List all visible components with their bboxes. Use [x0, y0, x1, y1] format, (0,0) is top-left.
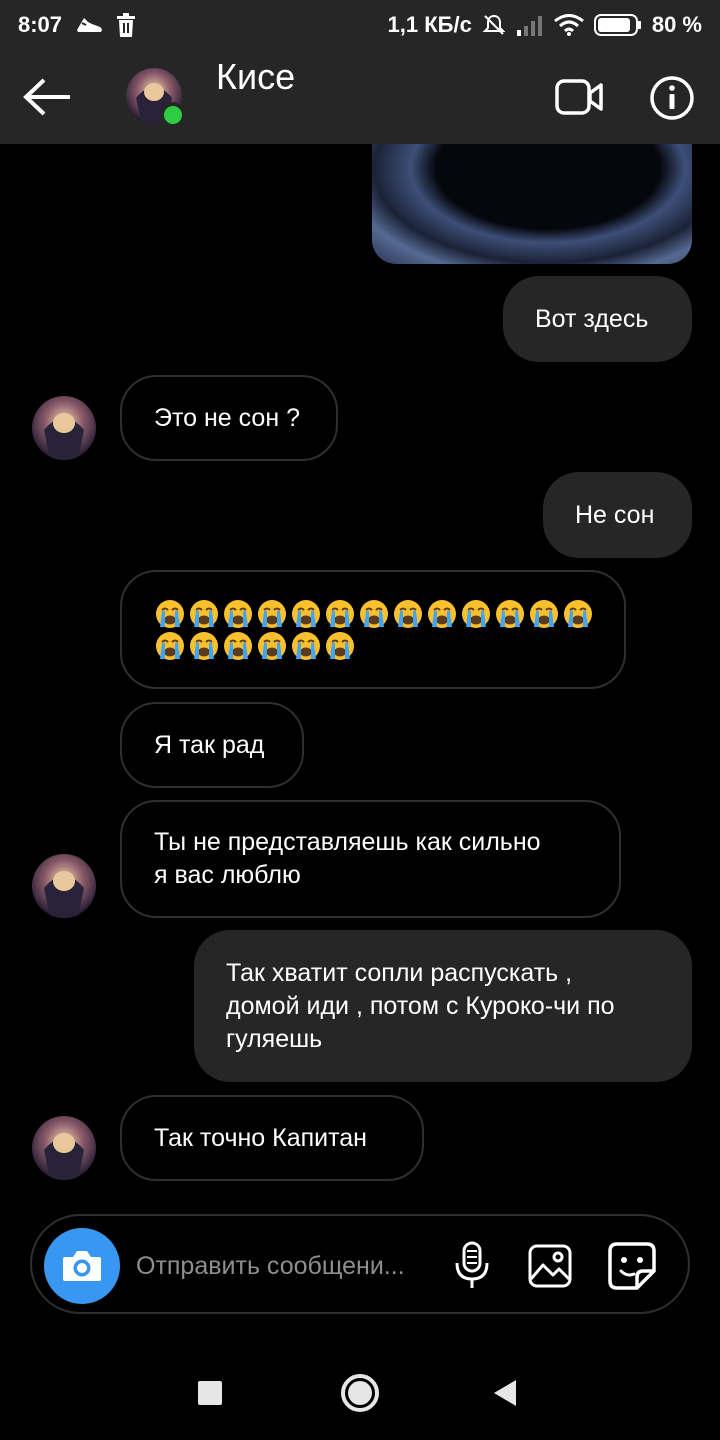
- avatar[interactable]: [32, 396, 96, 460]
- status-time: 8:07: [18, 12, 63, 37]
- back-arrow-icon: [23, 78, 70, 116]
- crying-face-emoji-icon: [256, 630, 288, 662]
- shoe-icon: [74, 14, 104, 36]
- emoji-container: [154, 598, 592, 662]
- camera-button[interactable]: [44, 1228, 120, 1304]
- message-input[interactable]: [136, 1240, 436, 1292]
- back-icon[interactable]: [494, 1380, 516, 1406]
- mute-icon: [482, 13, 506, 37]
- crying-face-emoji-icon: [494, 598, 526, 630]
- message-text-line: гуляешь: [226, 1024, 323, 1053]
- home-icon[interactable]: [341, 1374, 379, 1412]
- network-speed: 1,1 КБ/с: [387, 12, 472, 37]
- trash-icon: [116, 13, 136, 37]
- crying-face-emoji-icon: [256, 598, 288, 630]
- crying-face-emoji-icon: [528, 598, 560, 630]
- crying-face-emoji-icon: [358, 598, 390, 630]
- crying-face-emoji-icon: [222, 630, 254, 662]
- sent-image-message[interactable]: [372, 144, 692, 264]
- message-bubble-sent[interactable]: Не сон: [543, 472, 692, 558]
- emoji-row: [154, 630, 592, 662]
- message-bubble-sent[interactable]: Так хватит сопли распускать , домой иди …: [194, 930, 692, 1082]
- status-bar: 8:07 1,1 КБ/с 80 %: [0, 0, 720, 50]
- message-text: Это не сон ?: [154, 403, 300, 432]
- message-bubble-received[interactable]: Ты не представляешь как сильно я вас люб…: [120, 800, 621, 918]
- crying-face-emoji-icon: [426, 598, 458, 630]
- crying-face-emoji-icon: [460, 598, 492, 630]
- wifi-icon: [553, 14, 584, 36]
- video-call-button[interactable]: [552, 74, 606, 120]
- crying-face-emoji-icon: [562, 598, 594, 630]
- camera-icon: [63, 1251, 101, 1281]
- sticker-icon: [608, 1242, 656, 1290]
- avatar[interactable]: [32, 854, 96, 918]
- message-text-line: домой иди , потом с Курокo-чи по: [226, 991, 615, 1020]
- chat-header: Кисе: [0, 50, 720, 144]
- emoji-row: [154, 598, 592, 630]
- message-text: Не сон: [575, 500, 655, 529]
- message-text-line: я вас люблю: [154, 861, 301, 889]
- crying-face-emoji-icon: [222, 598, 254, 630]
- sticker-button[interactable]: [606, 1240, 658, 1292]
- crying-face-emoji-icon: [290, 630, 322, 662]
- message-bubble-sent[interactable]: Вот здесь: [503, 276, 692, 362]
- crying-face-emoji-icon: [154, 598, 186, 630]
- battery-icon: [593, 13, 642, 37]
- video-call-icon: [555, 79, 603, 115]
- back-button[interactable]: [20, 72, 76, 122]
- crying-face-emoji-icon: [324, 598, 356, 630]
- gallery-button[interactable]: [526, 1242, 574, 1290]
- contact-name[interactable]: Кисе: [216, 56, 295, 98]
- avatar[interactable]: [32, 1116, 96, 1180]
- recent-apps-icon[interactable]: [198, 1381, 222, 1405]
- emoji-message-bubble[interactable]: [120, 570, 626, 689]
- info-button[interactable]: [648, 74, 696, 122]
- info-icon: [650, 76, 694, 120]
- message-composer: [30, 1214, 690, 1314]
- online-status-dot: [160, 102, 186, 128]
- home-icon-inner: [348, 1381, 372, 1405]
- crying-face-emoji-icon: [324, 630, 356, 662]
- message-text: Вот здесь: [535, 304, 649, 333]
- message-bubble-received[interactable]: Так точно Капитан: [120, 1095, 424, 1181]
- crying-face-emoji-icon: [188, 598, 220, 630]
- signal-icon: [516, 14, 544, 36]
- crying-face-emoji-icon: [188, 630, 220, 662]
- gallery-icon: [528, 1244, 572, 1288]
- crying-face-emoji-icon: [154, 630, 186, 662]
- chat-screen: 8:07 1,1 КБ/с 80 % Кисе Вот здесь Это не…: [0, 0, 720, 1440]
- battery-percent: 80 %: [651, 12, 702, 37]
- message-text: Я так рад: [154, 730, 265, 759]
- crying-face-emoji-icon: [392, 598, 424, 630]
- crying-face-emoji-icon: [290, 598, 322, 630]
- message-text-line: Так хватит сопли распускать ,: [226, 958, 573, 987]
- message-text: Так точно Капитан: [154, 1123, 367, 1152]
- microphone-button[interactable]: [452, 1240, 492, 1292]
- message-bubble-received[interactable]: Я так рад: [120, 702, 304, 788]
- system-nav-bar: [0, 1340, 720, 1440]
- message-text-line: Ты не представляешь как сильно: [154, 828, 541, 856]
- message-bubble-received[interactable]: Это не сон ?: [120, 375, 338, 461]
- header-avatar-button[interactable]: [126, 68, 186, 128]
- microphone-icon: [455, 1241, 489, 1288]
